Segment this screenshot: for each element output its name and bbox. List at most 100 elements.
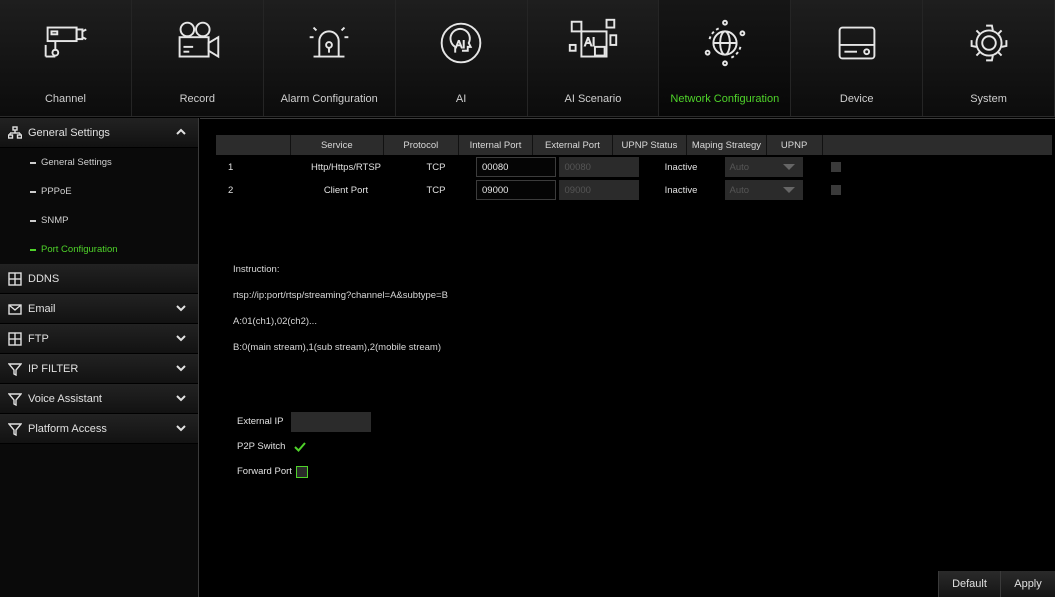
table-header: Service Protocol Internal Port External … — [216, 135, 1052, 155]
instruction-line: A:01(ch1),02(ch2)... — [233, 316, 317, 327]
row-number: 2 — [228, 184, 234, 196]
svg-text:AI: AI — [455, 38, 465, 50]
sidebar-section-voice-assistant[interactable]: Voice Assistant — [0, 384, 198, 414]
sidebar-section-platform-access[interactable]: Platform Access — [0, 414, 198, 444]
filter-icon — [8, 362, 22, 376]
globe-network-icon — [696, 14, 754, 75]
apply-button[interactable]: Apply — [1000, 571, 1055, 597]
tab-ai[interactable]: AI AI — [396, 0, 528, 116]
sidebar-item-label: SNMP — [41, 215, 69, 226]
sidebar-section-general-settings[interactable]: General Settings — [0, 118, 198, 148]
header-external-port: External Port — [533, 135, 613, 155]
action-buttons: Default Apply — [938, 571, 1055, 597]
p2p-switch-row: P2P Switch — [237, 434, 371, 459]
sidebar-item-general-settings[interactable]: General Settings — [0, 148, 198, 177]
sidebar-section-label: FTP — [28, 332, 49, 345]
sidebar-section-label: DDNS — [28, 272, 60, 285]
external-port-input: 00080 — [558, 157, 639, 177]
chevron-down-icon[interactable] — [176, 363, 186, 373]
main-panel: Service Protocol Internal Port External … — [200, 118, 1055, 597]
network-icon — [8, 125, 22, 140]
table-row: 2 Client Port TCP 09000 09000 Inactive A… — [216, 179, 1052, 201]
instruction-line: rtsp://ip:port/rtsp/streaming?channel=A&… — [233, 290, 448, 301]
forward-port-row: Forward Port — [237, 459, 371, 484]
row-upnp-status: Inactive — [664, 184, 698, 196]
forward-port-label: Forward Port — [237, 466, 292, 477]
sidebar-item-pppoe[interactable]: PPPoE — [0, 177, 198, 206]
gear-icon — [960, 14, 1018, 75]
hard-drive-icon — [828, 14, 886, 75]
table-row: 1 Http/Https/RTSP TCP 00080 00080 Inacti… — [216, 156, 1052, 178]
sidebar-section-label: IP FILTER — [28, 362, 79, 375]
upnp-checkbox — [831, 185, 841, 195]
chevron-up-icon[interactable] — [176, 127, 186, 137]
tab-system[interactable]: System — [923, 0, 1055, 116]
select-value: Auto — [729, 184, 750, 196]
forward-port-checkbox[interactable] — [295, 465, 308, 478]
sidebar-item-label: PPPoE — [41, 186, 72, 197]
tab-label: Device — [839, 93, 874, 105]
ai-head-icon: AI — [432, 14, 490, 75]
external-ip-row: External IP — [237, 409, 372, 434]
tab-channel[interactable]: Channel — [0, 0, 132, 116]
extra-settings: External IP P2P Switch Forward Port — [237, 409, 372, 484]
sidebar-item-label: General Settings — [41, 157, 112, 168]
sidebar-section-email[interactable]: Email — [0, 294, 198, 324]
top-navigation: Channel Record Alarm Configuration AI AI… — [0, 0, 1055, 117]
tab-record[interactable]: Record — [132, 0, 264, 116]
sidebar-item-label: Port Configuration — [41, 244, 118, 255]
camera-icon — [36, 14, 94, 75]
internal-port-input[interactable]: 09000 — [476, 180, 556, 200]
chevron-down-icon[interactable] — [176, 333, 186, 343]
header-maping-strategy: Maping Strategy — [687, 135, 767, 155]
sidebar-section-ftp[interactable]: FTP — [0, 324, 198, 354]
tab-label: AI Scenario — [564, 93, 622, 105]
external-ip-input[interactable] — [291, 411, 372, 432]
tab-alarm-configuration[interactable]: Alarm Configuration — [264, 0, 396, 116]
sidebar-section-ddns[interactable]: DDNS — [0, 264, 198, 294]
header-protocol: Protocol — [384, 135, 459, 155]
chevron-down-icon[interactable] — [176, 393, 186, 403]
chevron-down-icon[interactable] — [176, 303, 186, 313]
default-button[interactable]: Default — [938, 571, 1000, 597]
sidebar: General Settings General Settings PPPoE … — [0, 118, 199, 597]
sidebar-item-port-configuration[interactable]: Port Configuration — [0, 235, 198, 264]
sidebar-section-ip-filter[interactable]: IP FILTER — [0, 354, 198, 384]
external-ip-label: External IP — [237, 416, 284, 427]
sidebar-section-label: Email — [28, 302, 56, 315]
ai-scenario-icon: AI — [564, 14, 622, 75]
header-upnp: UPNP — [767, 135, 823, 155]
row-protocol: TCP — [426, 161, 446, 173]
mapping-strategy-select: Auto — [724, 180, 803, 200]
chevron-down-icon[interactable] — [176, 423, 186, 433]
ddns-icon — [8, 271, 22, 286]
filter-icon — [8, 392, 22, 406]
instruction-line: B:0(main stream),1(sub stream),2(mobile … — [233, 342, 441, 353]
row-upnp-status: Inactive — [664, 161, 698, 173]
dropdown-arrow-icon — [782, 187, 795, 193]
select-value: Auto — [729, 161, 750, 173]
mapping-strategy-select: Auto — [724, 157, 803, 177]
tab-label: Alarm Configuration — [280, 93, 378, 105]
film-camera-icon — [168, 14, 226, 75]
tab-label: Record — [179, 93, 216, 105]
p2p-switch-checkbox[interactable] — [294, 441, 307, 453]
sidebar-item-snmp[interactable]: SNMP — [0, 206, 198, 235]
external-port-input: 09000 — [558, 180, 639, 200]
instruction-title: Instruction: — [233, 264, 280, 275]
svg-text:AI: AI — [584, 35, 595, 48]
p2p-switch-label: P2P Switch — [237, 441, 286, 452]
tab-device[interactable]: Device — [791, 0, 924, 116]
checkmark-icon — [294, 441, 307, 452]
ftp-icon — [8, 331, 22, 346]
tab-label: System — [970, 93, 1007, 105]
tab-ai-scenario[interactable]: AI AI Scenario — [528, 0, 660, 116]
tab-network-configuration[interactable]: Network Configuration — [659, 0, 792, 116]
row-service: Http/Https/RTSP — [310, 161, 382, 173]
upnp-checkbox — [831, 162, 841, 172]
row-number: 1 — [228, 161, 234, 173]
port-table: Service Protocol Internal Port External … — [216, 135, 1052, 201]
instructions: Instruction: rtsp://ip:port/rtsp/streami… — [233, 257, 448, 361]
row-service: Client Port — [323, 184, 369, 196]
internal-port-input[interactable]: 00080 — [476, 157, 556, 177]
